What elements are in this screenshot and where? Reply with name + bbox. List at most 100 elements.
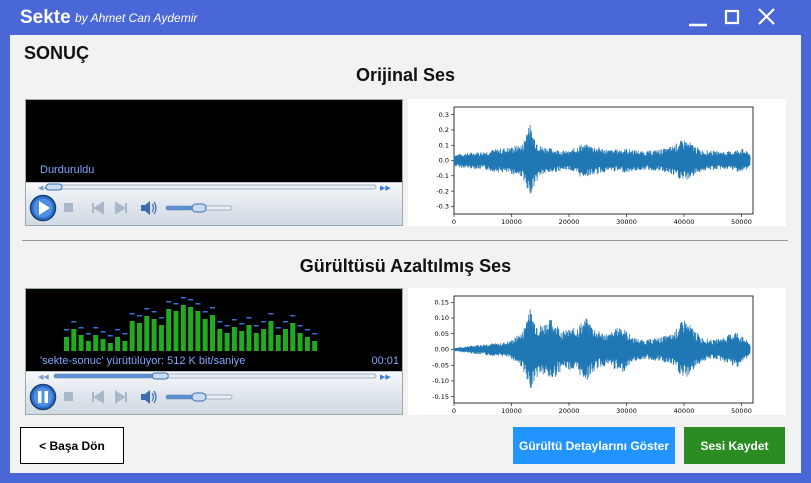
seek-thumb xyxy=(151,372,169,380)
y-tick-label: -0.05 xyxy=(432,361,449,369)
pause-icon xyxy=(38,391,42,403)
back-to-start-button[interactable]: < Başa Dön xyxy=(20,427,124,464)
close-icon xyxy=(758,8,775,25)
original-waveform-plot: 0 10000 20000 30000 40000 50000 0.3 0.2 0.1 0.0 -0… xyxy=(408,99,786,226)
visualizer-peak xyxy=(151,311,157,313)
x-tick-label: 20000 xyxy=(559,218,580,226)
visualizer-bar xyxy=(304,337,310,351)
close-button[interactable] xyxy=(752,5,780,29)
visualizer-bar xyxy=(297,333,303,351)
visualizer-peak xyxy=(246,317,252,319)
next-button[interactable] xyxy=(115,390,127,404)
x-tick-label: 40000 xyxy=(674,218,695,226)
maximize-icon xyxy=(724,9,740,25)
spectrum-visualizer xyxy=(64,297,318,351)
visualizer-bar xyxy=(210,315,215,351)
visualizer-bar xyxy=(71,329,77,351)
show-noise-details-button[interactable]: Gürültü Detaylarını Göster xyxy=(513,427,675,464)
y-tick-label: 0.00 xyxy=(435,346,449,354)
visualizer-peak xyxy=(283,321,288,323)
previous-button[interactable] xyxy=(92,390,104,404)
player-status-text: 'sekte-sonuc' yürütülüyor: 512 K bit/san… xyxy=(40,355,246,367)
y-tick-label: 0.3 xyxy=(439,111,449,119)
visualizer-bar xyxy=(173,311,179,351)
visualizer-peak xyxy=(115,329,121,331)
denoised-waveform-plot: 0 10000 20000 30000 40000 50000 0.15 0.10 0.05 0.… xyxy=(408,288,786,415)
seek-bar[interactable]: ◀◀ ▶▶ xyxy=(26,183,402,191)
original-media-player[interactable]: Durduruldu ◀◀ ▶▶ xyxy=(25,99,403,226)
visualizer-peak xyxy=(202,311,208,313)
visualizer-peak xyxy=(304,329,310,331)
y-tick-label: 0.10 xyxy=(435,314,449,322)
visualizer-peak xyxy=(224,325,230,327)
player-controls: ◀◀ ▶▶ xyxy=(26,371,402,414)
x-tick-label: 10000 xyxy=(501,218,522,226)
y-tick-label: -0.2 xyxy=(436,187,449,195)
visualizer-bar xyxy=(122,341,128,351)
stop-button[interactable] xyxy=(64,203,73,212)
play-button[interactable] xyxy=(29,194,57,222)
visualizer-bar xyxy=(115,337,121,351)
fast-forward-icon: ▶▶ xyxy=(380,374,391,380)
x-tick-label: 40000 xyxy=(674,407,695,415)
save-audio-button[interactable]: Sesi Kaydet xyxy=(684,427,785,464)
x-tick-label: 10000 xyxy=(501,407,522,415)
y-tick-label: 0.2 xyxy=(439,126,449,134)
maximize-button[interactable] xyxy=(718,5,746,29)
visualizer-bar xyxy=(217,329,223,351)
visualizer-peak xyxy=(64,329,69,331)
result-title: SONUÇ xyxy=(24,43,90,63)
volume-slider[interactable] xyxy=(191,203,207,213)
stop-button[interactable] xyxy=(64,392,73,401)
control-row xyxy=(26,193,402,223)
visualizer-peak xyxy=(158,317,164,319)
denoised-media-player[interactable]: 'sekte-sonuc' yürütülüyor: 512 K bit/san… xyxy=(25,288,403,415)
visualizer-bar xyxy=(195,311,201,351)
x-tick-label: 30000 xyxy=(616,407,637,415)
visualizer-peak xyxy=(268,313,274,315)
visualizer-bar xyxy=(261,329,267,351)
visualizer-peak xyxy=(188,299,194,301)
minimize-button[interactable] xyxy=(684,5,712,29)
visualizer-bar xyxy=(100,339,106,351)
seek-track xyxy=(53,184,377,190)
y-tick-label: -0.3 xyxy=(436,203,449,211)
previous-button[interactable] xyxy=(92,201,104,215)
visualizer-peak xyxy=(71,321,77,323)
waveform-line xyxy=(453,309,751,389)
volume-slider[interactable] xyxy=(191,392,207,402)
visualizer-bar xyxy=(144,316,150,351)
section-divider xyxy=(22,240,788,241)
x-tick-label: 30000 xyxy=(616,218,637,226)
visualizer-bar xyxy=(268,321,274,351)
speaker-icon[interactable] xyxy=(141,201,150,215)
y-tick-label: -0.1 xyxy=(436,172,449,180)
pause-button[interactable] xyxy=(29,383,57,411)
minimize-icon xyxy=(689,23,707,27)
seek-thumb xyxy=(45,183,63,191)
speaker-icon[interactable] xyxy=(141,390,150,404)
x-tick-label: 0 xyxy=(452,407,456,415)
visualizer-peak xyxy=(78,327,84,329)
visualizer-peak xyxy=(107,335,113,337)
visualizer-bar xyxy=(224,333,230,351)
visualizer-peak xyxy=(239,323,245,325)
seek-bar[interactable]: ◀◀ ▶▶ xyxy=(26,372,402,380)
visualizer-bar xyxy=(253,333,259,351)
visualizer-bar xyxy=(107,343,113,351)
visualizer-peak xyxy=(261,321,267,323)
seek-progress xyxy=(54,374,161,378)
visualizer-bar xyxy=(188,307,194,351)
visualizer-bar xyxy=(180,305,186,351)
visualizer-bar xyxy=(93,335,99,351)
x-tick-label: 50000 xyxy=(731,218,752,226)
y-tick-label: 0.1 xyxy=(439,141,449,149)
visualizer-peak xyxy=(180,297,186,299)
y-tick-label: -0.10 xyxy=(432,377,449,385)
visualizer-peak xyxy=(85,333,91,335)
next-button[interactable] xyxy=(115,201,127,215)
app-name: Sekte xyxy=(20,7,71,28)
visualizer-peak xyxy=(122,333,128,335)
speaker-waves-icon xyxy=(151,201,157,215)
visualizer-peak xyxy=(173,303,179,305)
